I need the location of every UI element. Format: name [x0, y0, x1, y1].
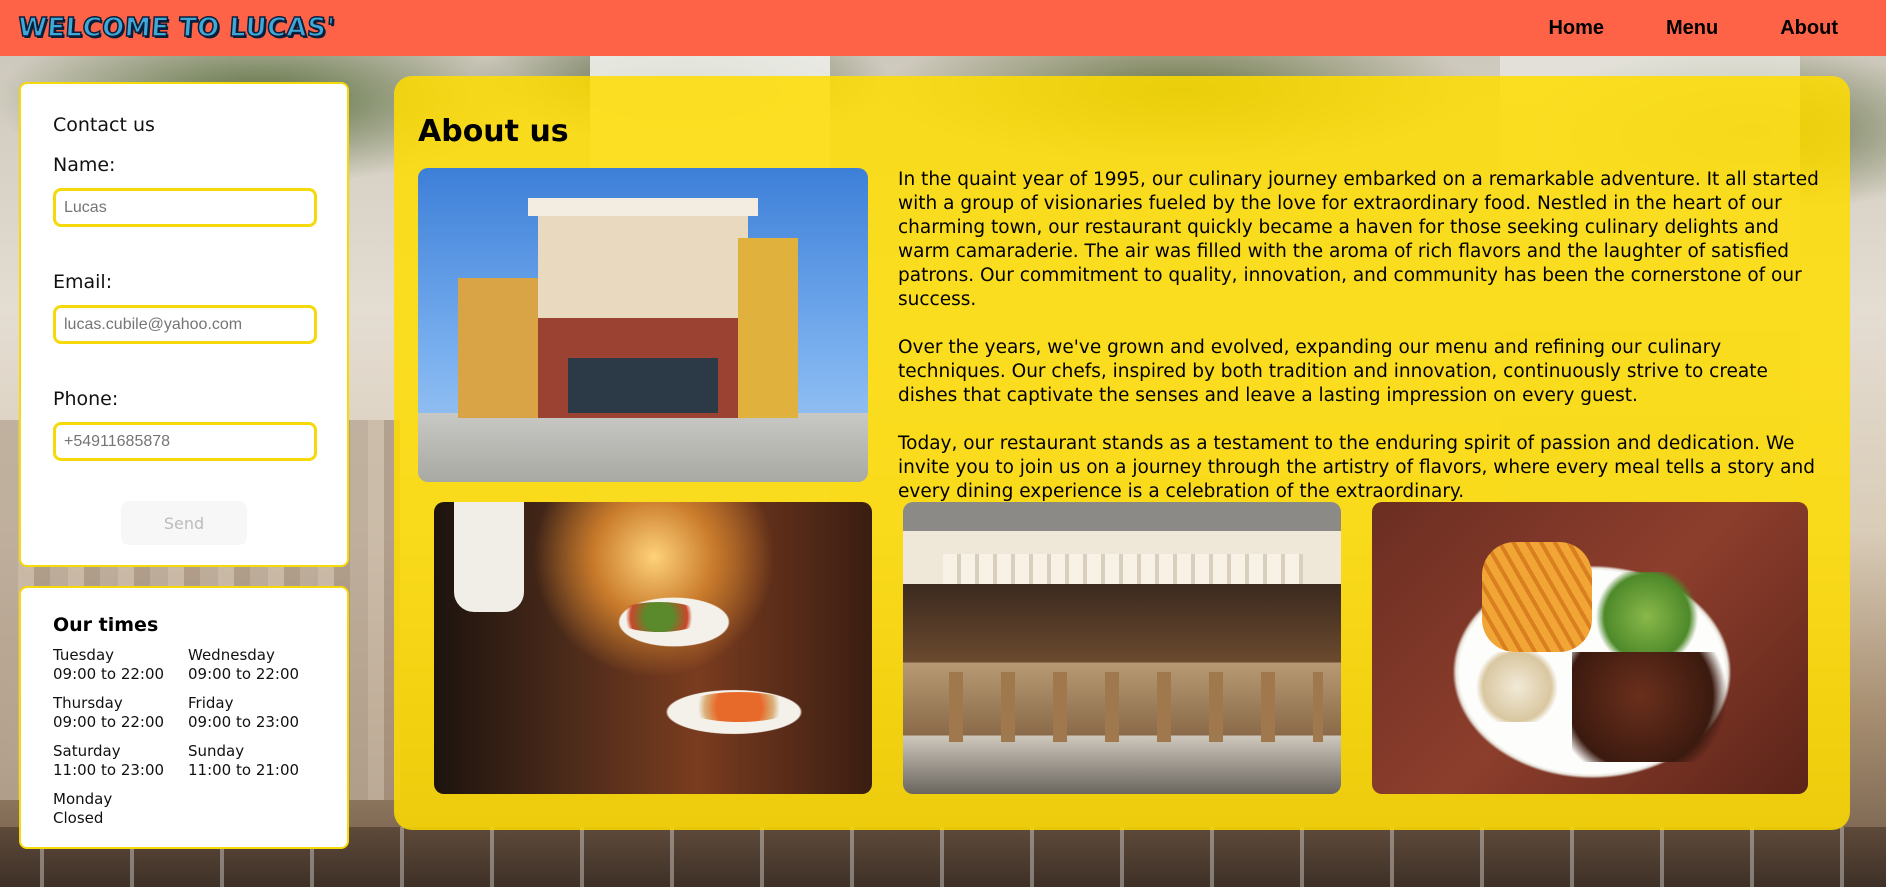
main-nav: Home Menu About — [1486, 17, 1838, 40]
phone-label: Phone: — [53, 388, 119, 410]
nav-about-link[interactable]: About — [1780, 17, 1838, 40]
name-label: Name: — [53, 154, 116, 176]
food-plate-image — [1372, 502, 1808, 794]
site-logo[interactable]: WELCOME TO LUCAS' — [16, 12, 337, 44]
time-item: Sunday 11:00 to 21:00 — [188, 742, 323, 780]
time-hours: 11:00 to 23:00 — [53, 761, 165, 779]
times-title: Our times — [53, 614, 159, 636]
time-hours: 09:00 to 22:00 — [53, 713, 165, 731]
time-day: Thursday — [53, 694, 123, 712]
about-text: In the quaint year of 1995, our culinary… — [898, 168, 1828, 528]
opening-hours: Our times Tuesday 09:00 to 22:00 Wednesda… — [19, 586, 349, 849]
waiter-serving-image — [434, 502, 872, 794]
about-paragraph: In the quaint year of 1995, our culinary… — [898, 169, 1819, 310]
navbar: WELCOME TO LUCAS' Home Menu About — [0, 0, 1886, 56]
time-day: Saturday — [53, 742, 121, 760]
time-item: Friday 09:00 to 23:00 — [188, 694, 323, 732]
time-day: Sunday — [188, 742, 245, 760]
about-paragraph: Today, our restaurant stands as a testam… — [898, 433, 1815, 502]
time-hours: Closed — [53, 809, 104, 827]
time-hours: 09:00 to 22:00 — [53, 665, 165, 683]
name-input[interactable] — [53, 188, 317, 227]
times-grid: Tuesday 09:00 to 22:00 Wednesday 09:00 to … — [53, 646, 315, 828]
nav-menu-link[interactable]: Menu — [1666, 17, 1718, 40]
time-item: Saturday 11:00 to 23:00 — [53, 742, 188, 780]
email-label: Email: — [53, 271, 113, 293]
phone-input[interactable] — [53, 422, 317, 461]
contact-title: Contact us — [53, 114, 155, 136]
email-input[interactable] — [53, 305, 317, 344]
time-day: Monday — [53, 790, 113, 808]
time-hours: 09:00 to 23:00 — [188, 713, 300, 731]
about-paragraph: Over the years, we've grown and evolved,… — [898, 337, 1768, 406]
about-title: About us — [418, 114, 569, 149]
contact-form: Contact us Name: Email: Phone: Send — [19, 82, 349, 567]
time-item: Thursday 09:00 to 22:00 — [53, 694, 188, 732]
about-section: About us In the quaint year of 1995, our… — [394, 76, 1850, 830]
time-hours: 09:00 to 22:00 — [188, 665, 300, 683]
nav-home-link[interactable]: Home — [1548, 17, 1604, 40]
time-item: Wednesday 09:00 to 22:00 — [188, 646, 323, 684]
time-hours: 11:00 to 21:00 — [188, 761, 300, 779]
restaurant-exterior-image — [418, 168, 868, 482]
time-day: Wednesday — [188, 646, 275, 664]
send-button[interactable]: Send — [121, 501, 247, 545]
time-item: Tuesday 09:00 to 22:00 — [53, 646, 188, 684]
time-day: Friday — [188, 694, 234, 712]
restaurant-interior-image — [903, 502, 1341, 794]
time-item: Monday Closed — [53, 790, 188, 828]
time-day: Tuesday — [53, 646, 115, 664]
